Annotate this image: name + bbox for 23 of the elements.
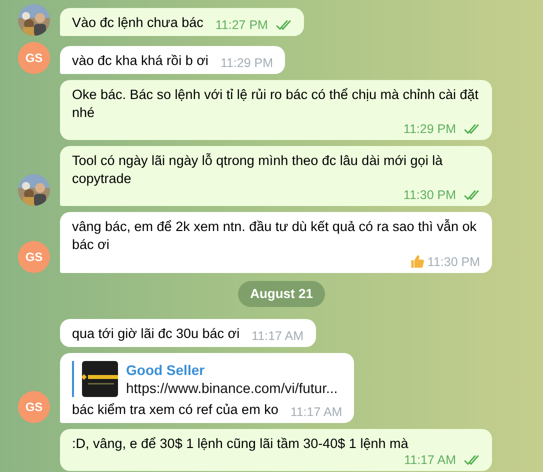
avatar[interactable]: GS (18, 42, 50, 74)
message-time: 11:17 AM (252, 328, 304, 342)
message-text: bác kiểm tra xem có ref của em ko (72, 400, 278, 418)
message-time: 11:30 PM (403, 188, 456, 202)
message-text: :D, vâng, e để 30$ 1 lệnh cũng lãi tầm 30-40$ 1 lệnh mà (72, 434, 408, 452)
date-badge: August 21 (238, 281, 325, 306)
message-time: 11:30 PM (427, 254, 480, 268)
link-url[interactable]: https://www.binance.com/vi/futur... (126, 378, 338, 396)
message-text: Vào đc lệnh chưa bác (72, 14, 204, 32)
message-text: vào đc kha khá rồi b ơi (72, 52, 208, 70)
message-text: Oke bác. Bác so lệnh với tỉ lệ rủi ro bác có thể chịu mà chỉnh cài đặt nhé (72, 86, 480, 122)
message-text: qua tới giờ lãi đc 30u bác ơi (72, 324, 240, 342)
link-title[interactable]: Good Seller (126, 360, 338, 378)
avatar[interactable]: GS (18, 241, 50, 273)
message-time: 11:17 AM (290, 404, 342, 418)
avatar[interactable]: GS (18, 390, 50, 422)
message-time: 11:29 PM (220, 56, 274, 70)
message-time: 11:29 PM (403, 122, 456, 136)
message-text: Tool có ngày lãi ngày lỗ qtrong mình theo đc lâu dài mới gọi là copytrade (72, 152, 444, 188)
message-time: 11:17 AM (404, 452, 456, 466)
message-text: vâng bác, em để 2k xem ntn. đầu tư dù kết quả có ra sao thì vẫn ok bác ơi (72, 218, 478, 254)
thumbs-up-icon[interactable] (410, 254, 426, 269)
message-time: 11:27 PM (215, 18, 268, 32)
